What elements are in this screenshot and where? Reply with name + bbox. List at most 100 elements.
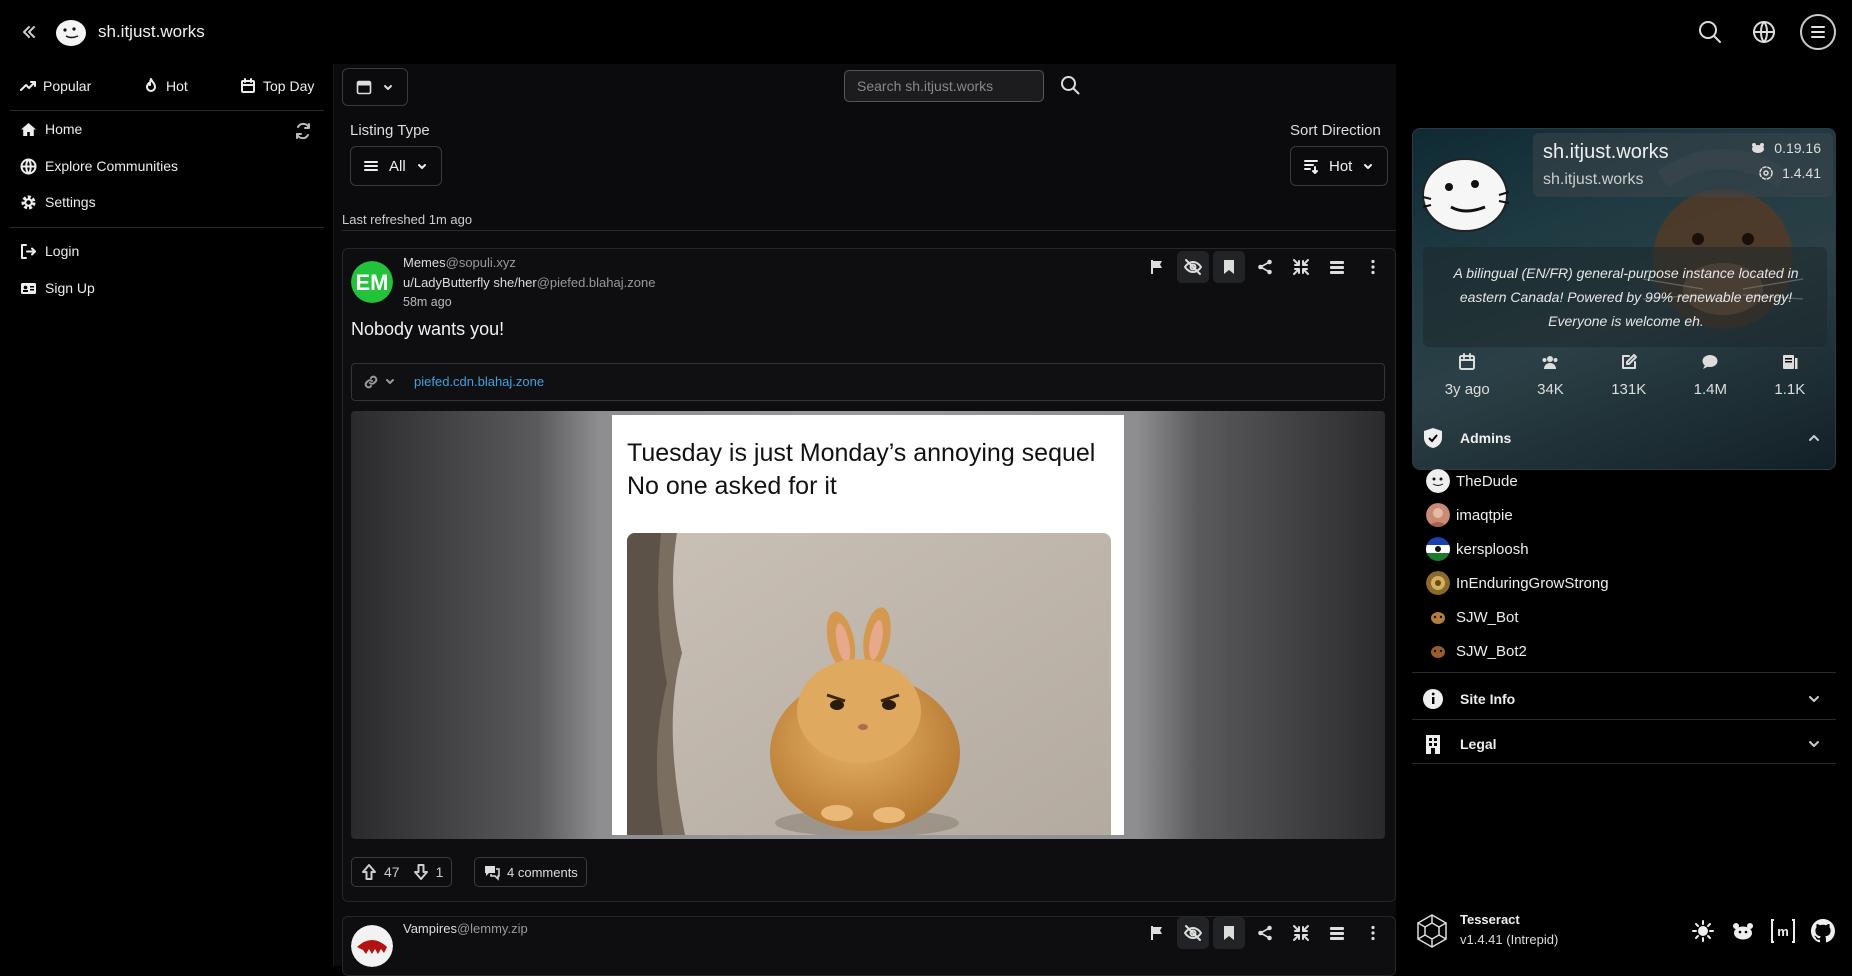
collapse-sidebar-icon[interactable] [18, 22, 38, 42]
avatar [1426, 537, 1450, 561]
github-icon[interactable] [1810, 918, 1836, 944]
admin-name: SJW_Bot [1456, 608, 1519, 626]
building-icon [1422, 733, 1444, 755]
search-input[interactable] [844, 70, 1044, 102]
avatar [1426, 571, 1450, 595]
sidebar-item-label: Sign Up [45, 280, 95, 296]
gear-icon [20, 194, 37, 211]
sidebar-item-home[interactable]: Home [20, 117, 82, 141]
bookmark-icon[interactable] [1213, 251, 1245, 283]
refresh-icon[interactable] [294, 122, 312, 140]
comments-button[interactable]: 4 comments [474, 857, 587, 887]
stat-users: 34K [1537, 353, 1564, 398]
community-link[interactable]: Memes@sopuli.xyz [403, 255, 516, 270]
matrix-icon[interactable]: m [1770, 918, 1796, 944]
search-icon[interactable] [1696, 18, 1724, 46]
listing-type-label: Listing Type [350, 122, 430, 139]
site-name[interactable]: sh.itjust.works [98, 22, 205, 42]
admin-item[interactable]: TheDude [1426, 468, 1518, 494]
sun-icon[interactable] [1690, 918, 1716, 944]
legal-toggle[interactable]: Legal [1412, 724, 1836, 764]
sidebar: Popular Hot Top Day Home Explore Communi… [0, 64, 334, 966]
admins-label: Admins [1460, 430, 1512, 446]
flag-icon[interactable] [1141, 917, 1173, 949]
admin-item[interactable]: InEnduringGrowStrong [1426, 570, 1609, 596]
community-avatar[interactable]: EM [351, 261, 393, 303]
community-avatar[interactable] [351, 925, 393, 967]
chevron-down-icon [382, 81, 394, 93]
hide-icon[interactable] [1177, 251, 1209, 283]
post-title[interactable]: Nobody wants you! [351, 319, 504, 340]
divider [1412, 719, 1836, 720]
site-logo[interactable] [54, 16, 88, 48]
downvote-icon[interactable] [412, 863, 430, 881]
right-panel: sh.itjust.works sh.itjust.works 0.19.16 … [1396, 64, 1852, 966]
avatar [1426, 605, 1450, 629]
chevron-down-icon [1806, 736, 1822, 752]
flame-icon [143, 78, 159, 94]
post-link-url[interactable]: piefed.cdn.blahaj.zone [414, 374, 544, 389]
sidebar-item-settings[interactable]: Settings [20, 190, 96, 214]
admin-name: SJW_Bot2 [1456, 642, 1527, 660]
quick-popular[interactable]: Popular [20, 72, 91, 100]
search-icon[interactable] [1059, 74, 1081, 96]
sidebar-item-label: Explore Communities [45, 158, 179, 174]
admins-toggle[interactable]: Admins [1412, 418, 1836, 458]
site-logo [1422, 158, 1510, 232]
flag-icon[interactable] [1141, 251, 1173, 283]
admin-name: imaqtpie [1456, 506, 1513, 524]
hide-icon[interactable] [1177, 917, 1209, 949]
bunny-photo [627, 533, 1111, 835]
menu-icon[interactable] [1800, 14, 1836, 50]
author-link[interactable]: u/LadyButterfly she/her@piefed.blahaj.zo… [403, 275, 655, 290]
post-image[interactable]: Tuesday is just Monday’s annoying sequel… [351, 411, 1385, 839]
upvote-icon[interactable] [360, 863, 378, 881]
bookmark-icon[interactable] [1213, 917, 1245, 949]
login-icon [20, 243, 37, 260]
admin-name: kersploosh [1456, 540, 1529, 558]
chevron-down-icon [1362, 160, 1374, 172]
admin-item[interactable]: kersploosh [1426, 536, 1529, 562]
main-feed: Listing Type All Sort Direction Hot Last… [334, 64, 1824, 976]
sidebar-item-explore[interactable]: Explore Communities [20, 154, 178, 178]
crosspost-icon[interactable] [1321, 251, 1353, 283]
avatar [1426, 503, 1450, 527]
calendar-icon [1458, 353, 1476, 371]
lemmy-version: 0.19.16 [1750, 140, 1821, 156]
compact-icon[interactable] [1285, 917, 1317, 949]
listing-type-select[interactable]: All [350, 146, 442, 186]
community-name: Vampires [403, 921, 457, 936]
site-info-toggle[interactable]: Site Info [1412, 679, 1836, 719]
tesseract-logo[interactable] [1416, 913, 1448, 949]
compact-icon[interactable] [1285, 251, 1317, 283]
share-icon[interactable] [1249, 917, 1281, 949]
sidebar-item-login[interactable]: Login [20, 239, 79, 263]
admin-item[interactable]: SJW_Bot [1426, 604, 1519, 630]
admin-item[interactable]: SJW_Bot2 [1426, 638, 1527, 664]
crosspost-icon[interactable] [1321, 917, 1353, 949]
sort-direction-select[interactable]: Hot [1290, 146, 1388, 186]
share-icon[interactable] [1249, 251, 1281, 283]
community-link[interactable]: Vampires@lemmy.zip [403, 921, 528, 936]
author-name: u/LadyButterfly she/her [403, 275, 537, 290]
community-instance: @lemmy.zip [456, 921, 528, 936]
quick-hot[interactable]: Hot [143, 72, 188, 100]
link-options[interactable] [364, 375, 396, 389]
sidebar-item-signup[interactable]: Sign Up [20, 276, 95, 300]
footer-app-name: Tesseract [1460, 912, 1520, 927]
svg-text:EM: EM [356, 270, 389, 295]
avatar [1426, 639, 1450, 663]
more-options-icon[interactable] [1357, 251, 1389, 283]
stat-comments: 1.4M [1694, 353, 1727, 398]
stat-value: 131K [1611, 381, 1647, 398]
site-info-label: Site Info [1460, 691, 1516, 707]
date-picker-button[interactable] [342, 68, 408, 106]
lemmy-version-text: 0.19.16 [1774, 140, 1821, 156]
admin-item[interactable]: imaqtpie [1426, 502, 1513, 528]
quick-top-day-label: Top Day [263, 78, 315, 94]
lemmy-icon[interactable] [1730, 918, 1756, 944]
more-options-icon[interactable] [1357, 917, 1389, 949]
quick-top-day[interactable]: Top Day [240, 72, 314, 100]
globe-icon[interactable] [1750, 18, 1778, 46]
users-icon [1541, 353, 1559, 371]
